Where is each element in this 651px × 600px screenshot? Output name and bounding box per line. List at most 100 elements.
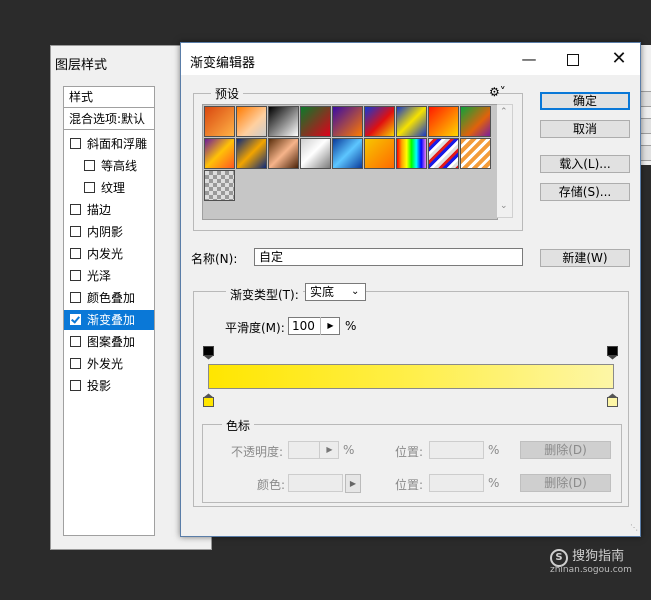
color-delete-button[interactable]: 删除(D) — [520, 474, 611, 492]
checkbox[interactable] — [84, 182, 95, 193]
preset-swatch[interactable] — [236, 106, 267, 137]
color-stop-left[interactable] — [203, 393, 214, 407]
gradient-preview-bar[interactable] — [208, 364, 614, 389]
cancel-button[interactable]: 取消 — [540, 120, 630, 138]
checkbox[interactable] — [70, 336, 81, 347]
layer-style-item[interactable]: 等高线 — [64, 156, 168, 176]
checkbox[interactable] — [70, 270, 81, 281]
layer-style-title: 图层样式 — [55, 58, 108, 73]
gradient-editor-dialog: 渐变编辑器 — ✕ 预设 ⚙˅ ⌃ ⌄ 确定 取消 载入(L)... 存储(S)… — [180, 42, 641, 537]
opacity-stop-left[interactable] — [203, 346, 214, 360]
layer-style-item[interactable]: 投影 — [64, 376, 154, 396]
layer-style-item[interactable]: 内阴影 — [64, 222, 154, 242]
watermark-brand-text: 搜狗指南 — [572, 549, 625, 564]
presets-label: 预设 — [211, 85, 244, 102]
title-bar: 渐变编辑器 — ✕ — [181, 43, 640, 75]
smoothness-arrow-icon[interactable]: ▶ — [320, 317, 340, 335]
layer-style-item-label: 渐变叠加 — [87, 313, 136, 327]
opacity-arrow-icon[interactable]: ▶ — [319, 441, 339, 459]
gear-icon[interactable]: ⚙˅ — [489, 85, 506, 99]
presets-scrollbar[interactable]: ⌃ ⌄ — [497, 104, 513, 218]
preset-swatch[interactable] — [204, 170, 235, 201]
preset-swatch[interactable] — [396, 106, 427, 137]
layer-style-item-label: 纹理 — [101, 181, 126, 195]
color-label: 颜色: — [257, 478, 286, 492]
layer-style-item[interactable]: 渐变叠加 — [64, 310, 154, 330]
name-label: 名称(N): — [191, 252, 238, 266]
layer-style-item[interactable]: 外发光 — [64, 354, 154, 374]
checkbox[interactable] — [70, 138, 81, 149]
smoothness-input[interactable]: 100 ▶ — [288, 317, 340, 335]
watermark-url: zhinan.sogou.com — [550, 565, 632, 575]
layer-style-item[interactable]: 描边 — [64, 200, 154, 220]
save-button[interactable]: 存储(S)... — [540, 183, 630, 201]
load-button[interactable]: 载入(L)... — [540, 155, 630, 173]
preset-swatch[interactable] — [236, 138, 267, 169]
layer-style-item[interactable]: 颜色叠加 — [64, 288, 154, 308]
opacity-location-label: 位置: — [395, 445, 424, 459]
opacity-input[interactable]: ▶ — [288, 441, 339, 459]
checkbox[interactable] — [70, 292, 81, 303]
layer-style-item[interactable]: 光泽 — [64, 266, 154, 286]
checkbox[interactable] — [70, 204, 81, 215]
smoothness-unit: % — [345, 319, 357, 333]
layer-style-item-label: 颜色叠加 — [87, 291, 136, 305]
color-location-unit: % — [488, 476, 500, 490]
preset-swatch[interactable] — [268, 106, 299, 137]
styles-list-panel: 样式 混合选项:默认 斜面和浮雕 等高线 纹理 描边 内阴影 内发光 光泽 颜色叠加 渐变叠加图… — [63, 86, 155, 536]
layer-style-item[interactable]: 纹理 — [64, 178, 168, 198]
preset-swatch[interactable] — [332, 106, 363, 137]
color-swatch-field[interactable] — [288, 474, 343, 492]
checkbox[interactable] — [84, 160, 95, 171]
layer-style-item-label: 图案叠加 — [87, 335, 136, 349]
styles-header[interactable]: 样式 — [64, 87, 154, 108]
opacity-location-input[interactable] — [429, 441, 484, 459]
presets-grid — [202, 104, 498, 220]
preset-swatch[interactable] — [204, 138, 235, 169]
preset-swatch[interactable] — [396, 138, 427, 169]
maximize-icon[interactable] — [563, 49, 583, 69]
layer-style-item[interactable]: 斜面和浮雕 — [64, 134, 154, 154]
gradient-type-select[interactable]: 实底 ⌄ — [305, 283, 366, 301]
watermark-brand: S 搜狗指南 — [550, 545, 624, 567]
new-button[interactable]: 新建(W) — [540, 249, 630, 267]
name-input[interactable]: 自定 — [254, 248, 523, 266]
ok-button[interactable]: 确定 — [540, 92, 630, 110]
preset-swatch[interactable] — [332, 138, 363, 169]
preset-swatch[interactable] — [428, 138, 459, 169]
gradient-type-label: 渐变类型(T): — [226, 286, 303, 303]
preset-swatch[interactable] — [460, 138, 491, 169]
layer-style-item-label: 内发光 — [87, 247, 124, 261]
opacity-stop-right[interactable] — [607, 346, 618, 360]
opacity-unit: % — [343, 443, 355, 457]
close-icon[interactable]: ✕ — [609, 49, 629, 69]
preset-swatch[interactable] — [428, 106, 459, 137]
color-arrow-icon[interactable]: ▶ — [345, 474, 361, 493]
color-stop-right[interactable] — [607, 393, 618, 407]
preset-swatch[interactable] — [300, 138, 331, 169]
layer-style-item[interactable]: 内发光 — [64, 244, 154, 264]
blending-options-item[interactable]: 混合选项:默认 — [64, 109, 154, 130]
layer-style-item-label: 光泽 — [87, 269, 112, 283]
checkbox[interactable] — [70, 358, 81, 369]
minimize-icon[interactable]: — — [519, 49, 539, 69]
preset-swatch[interactable] — [460, 106, 491, 137]
layer-style-item-label: 投影 — [87, 379, 112, 393]
resize-grip-icon[interactable]: ⋱ — [630, 523, 638, 532]
preset-swatch[interactable] — [268, 138, 299, 169]
checkbox[interactable] — [70, 248, 81, 259]
opacity-location-unit: % — [488, 443, 500, 457]
layer-style-item[interactable]: 图案叠加 — [64, 332, 154, 352]
checkbox[interactable] — [70, 314, 81, 325]
scroll-down-icon[interactable]: ⌄ — [500, 201, 508, 211]
preset-swatch[interactable] — [300, 106, 331, 137]
checkbox[interactable] — [70, 380, 81, 391]
opacity-delete-button[interactable]: 删除(D) — [520, 441, 611, 459]
color-location-input[interactable] — [429, 474, 484, 492]
preset-swatch[interactable] — [364, 106, 395, 137]
color-location-label: 位置: — [395, 478, 424, 492]
checkbox[interactable] — [70, 226, 81, 237]
preset-swatch[interactable] — [204, 106, 235, 137]
scroll-up-icon[interactable]: ⌃ — [500, 107, 508, 117]
preset-swatch[interactable] — [364, 138, 395, 169]
